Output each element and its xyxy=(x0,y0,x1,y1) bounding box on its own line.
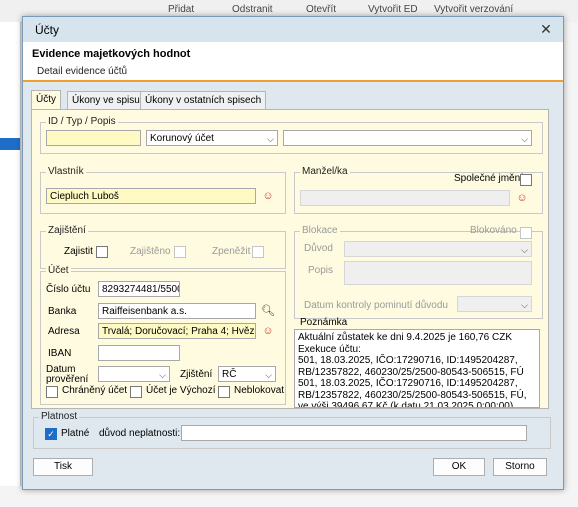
block-desc-label: Popis xyxy=(308,265,334,276)
bg-open-button: Otevřít xyxy=(306,4,337,15)
verify-date-label-2: prověření xyxy=(46,374,89,385)
shared-property-label: Společné jmění xyxy=(454,173,523,184)
tab-ukony-ve-spisu[interactable]: Úkony ve spisu xyxy=(67,91,145,110)
verified-by-select[interactable]: RČ ⌵ xyxy=(218,366,276,382)
secure-checkbox[interactable] xyxy=(96,246,108,258)
chevron-down-icon: ⌵ xyxy=(265,370,272,380)
bank-label: Banka xyxy=(48,306,77,317)
chevron-down-icon: ⌵ xyxy=(521,300,528,310)
secured-label: Zajištěno xyxy=(130,246,171,257)
security-group-label: Zajištění xyxy=(46,225,88,236)
account-group-label: Účet xyxy=(46,265,71,276)
iban-field[interactable] xyxy=(98,345,180,361)
tab-ucty[interactable]: Účty xyxy=(31,90,61,111)
ok-button[interactable]: OK xyxy=(433,458,485,476)
bg-add-button: Přidat xyxy=(168,4,195,15)
check-date-label: Datum kontroly pominutí důvodu xyxy=(304,300,448,311)
spouse-group-label: Manžel/ka xyxy=(300,166,350,177)
owner-field[interactable]: Ciepluch Luboš xyxy=(46,188,256,204)
note-label: Poznámka xyxy=(300,317,348,328)
chevron-down-icon: ⌵ xyxy=(267,134,274,144)
account-number-label: Číslo účtu xyxy=(46,284,91,295)
bg-versioning-button: Vytvořit verzování xyxy=(434,4,514,15)
secured-checkbox[interactable] xyxy=(174,246,186,258)
bg-create-button: Vytvořit ED xyxy=(368,4,418,15)
bg-remove-button: Odstranit xyxy=(232,4,273,15)
id-type-group-label: ID / Typ / Popis xyxy=(46,116,118,127)
block-group-label: Blokace xyxy=(300,225,340,236)
background-selected-row xyxy=(0,138,20,150)
secure-label: Zajistit xyxy=(64,246,93,257)
dialog-header: Evidence majetkových hodnot Detail evide… xyxy=(23,42,563,81)
blocked-label: Blokováno xyxy=(470,225,517,236)
header-title: Evidence majetkových hodnot xyxy=(32,48,191,60)
tab-content: ID / Typ / Popis Korunový účet ⌵ ⌵ Vlastn… xyxy=(31,109,549,409)
dialog-title: Účty xyxy=(35,23,59,37)
person-lookup-icon[interactable]: ☺ xyxy=(260,188,276,204)
block-reason-label: Důvod xyxy=(304,243,333,254)
chevron-down-icon: ⌵ xyxy=(521,134,528,144)
unreachable-checkbox[interactable] xyxy=(218,386,230,398)
cancel-button[interactable]: Storno xyxy=(493,458,547,476)
account-type-value: Korunový účet xyxy=(150,133,214,144)
close-icon[interactable]: ✕ xyxy=(537,20,555,38)
account-number-field[interactable]: 8293274481/5500 xyxy=(98,281,180,297)
iban-label: IBAN xyxy=(48,348,72,359)
protected-account-label: Chráněný účet xyxy=(62,385,128,396)
valid-checkbox[interactable]: ✓ xyxy=(45,428,57,440)
default-account-label: Účet je Výchozí xyxy=(146,385,216,396)
monetize-label: Zpeněžit xyxy=(212,246,251,257)
block-reason-select[interactable]: ⌵ xyxy=(344,241,532,257)
note-field[interactable]: Aktuální zůstatek ke dni 9.4.2025 je 160… xyxy=(294,329,540,408)
dialog-titlebar: Účty ✕ xyxy=(23,17,563,42)
tab-ukony-v-ostatnich-spisech[interactable]: Úkony v ostatních spisech xyxy=(140,91,267,110)
person-lookup-icon[interactable]: ☺ xyxy=(514,190,530,206)
default-account-checkbox[interactable] xyxy=(130,386,142,398)
spouse-field[interactable] xyxy=(300,190,510,206)
unreachable-label: Neblokovat xyxy=(234,385,285,396)
chevron-down-icon: ⌵ xyxy=(159,370,166,380)
valid-label: Platné xyxy=(61,428,90,439)
header-subtitle: Detail evidence účtů xyxy=(37,66,128,77)
id-field[interactable] xyxy=(46,130,141,146)
accounts-dialog: Účty ✕ Evidence majetkových hodnot Detai… xyxy=(22,16,564,490)
verified-by-label: Zjištění xyxy=(180,369,213,380)
print-button[interactable]: Tisk xyxy=(33,458,93,476)
blocked-checkbox[interactable] xyxy=(520,227,532,239)
protected-account-checkbox[interactable] xyxy=(46,386,58,398)
check-date-select[interactable]: ⌵ xyxy=(457,296,532,312)
search-icon[interactable]: 🔍︎ xyxy=(260,303,276,319)
invalid-reason-field[interactable] xyxy=(181,425,527,441)
verified-by-value: RČ xyxy=(222,369,237,380)
owner-group-label: Vlastník xyxy=(46,166,86,177)
description-select[interactable]: ⌵ xyxy=(283,130,532,146)
address-lookup-icon[interactable]: ☺ xyxy=(260,323,276,339)
shared-property-checkbox[interactable] xyxy=(520,174,532,186)
address-label: Adresa xyxy=(48,326,80,337)
address-field[interactable]: Trvalá; Doručovací; Praha 4; Hvězdov xyxy=(98,323,256,339)
bank-field[interactable]: Raiffeisenbank a.s. xyxy=(98,303,256,319)
invalid-reason-label: důvod neplatnosti: xyxy=(99,428,181,439)
block-desc-field[interactable] xyxy=(344,261,532,285)
validity-group-label: Platnost xyxy=(39,411,80,422)
account-type-select[interactable]: Korunový účet ⌵ xyxy=(146,130,278,146)
monetize-checkbox[interactable] xyxy=(252,246,264,258)
chevron-down-icon: ⌵ xyxy=(521,245,528,255)
header-stripe xyxy=(23,80,563,82)
background-list xyxy=(0,22,21,507)
verify-date-select[interactable]: ⌵ xyxy=(98,366,170,382)
